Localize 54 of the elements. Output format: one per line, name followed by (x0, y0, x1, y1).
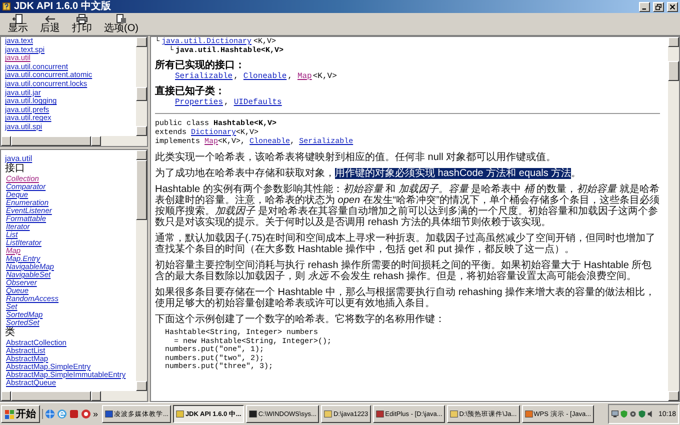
section-heading: 类 (5, 328, 15, 338)
window-icon (524, 410, 533, 418)
shield-icon[interactable] (638, 410, 646, 418)
code-text: , (234, 72, 238, 82)
type-link[interactable]: Map (297, 72, 312, 82)
type-link[interactable]: Serializable (175, 72, 233, 82)
description-paragraph: 初始容量主要控制空间消耗与执行 rehash 操作所需要的时间损耗之间的平衡。如果初始容量大于 Hashtable 所包含的最大条目数除以加载因子，则 永远 不会发生 rehash 操作。但是，将初始容量设置太高可能会浪费空间。 (155, 260, 653, 282)
window-icon (376, 410, 384, 418)
section-heading: 接口 (5, 164, 25, 174)
close-button[interactable] (667, 2, 678, 12)
more-button[interactable]: » (93, 409, 98, 419)
book-icon (2, 2, 11, 11)
type-link[interactable]: Properties (175, 98, 224, 108)
type-link[interactable]: UIDefaults (234, 98, 282, 108)
back-button[interactable]: 后退 (38, 13, 62, 35)
description-paragraph: 下面这个示例创建了一个数字的哈希表。它将数字的名称用作键： (155, 314, 446, 325)
printer-icon (76, 14, 88, 24)
restore-icon (655, 4, 662, 10)
description-paragraph: 如果很多条目要存储在一个 Hashtable 中，那么与根据需要执行自动 rehashing 操作来增大表的容量的做法相比，使用足够大的初始容量创建哈希表或许可以更有效地插入条目。 (155, 287, 656, 309)
section-heading: 所有已实现的接口： (155, 60, 245, 72)
start-button[interactable]: 开始 (1, 405, 40, 423)
description-paragraph: 通常，默认加载因子(.75)在时间和空间成本上寻求一种折衷。加载因子过高虽然减少了空间开销，但同时也增加了查找某个条目的时间（在大多数 Hashtable 操作中，包括 get 和 put 操作，都反映了这一点）。 (155, 233, 657, 255)
window-icon (105, 410, 114, 418)
code-text: <K,V> (312, 72, 337, 82)
window-icon (249, 410, 258, 418)
document-icon (115, 14, 128, 24)
horizontal-scrollbar[interactable] (1, 391, 147, 401)
vertical-scrollbar[interactable] (136, 37, 147, 136)
vertical-scrollbar[interactable] (136, 150, 147, 391)
code-text: , (288, 72, 292, 82)
package-heading-link[interactable]: java.util (5, 155, 32, 163)
description-paragraph: 此类实现一个哈希表，该哈希表将键映射到相应的值。任何非 null 对象都可以用作键或值。 (155, 152, 558, 163)
section-heading: 直接已知子类： (155, 86, 225, 98)
window-icon (176, 410, 184, 418)
code-text: , (224, 98, 229, 108)
windows-flag-icon (5, 410, 14, 418)
close-icon (669, 4, 676, 10)
vertical-scrollbar[interactable] (668, 37, 679, 401)
window-title: JDK API 1.6.0 中文版 (14, 0, 111, 12)
panel-icon (12, 14, 24, 24)
minimize-button[interactable] (639, 2, 650, 12)
globe-icon[interactable] (45, 409, 55, 419)
browser-icon[interactable] (57, 409, 67, 419)
description-paragraph: Hashtable 的实例有两个参数影响其性能：初始容量 和加载因子。容量 是哈希表中 桶 的数量，初始容量 就是哈希表创建时的容量。注意，哈希表的状态为 open 在发生“哈希冲突”的情况下，单个桶会存储多个条目，这些条目必须按顺序搜索。加载因子 是对哈希表在其容量自动增加之前可以达到多满的一个尺度。初始容量和加载因子这两个参数只是对该实现的提示。关于何时以及是否调用 rehash 方法的具体细节则依赖于该实现。 (155, 184, 660, 228)
back-arrow-icon (44, 14, 56, 24)
type-link[interactable]: Cloneable (243, 72, 287, 82)
horizontal-scrollbar[interactable] (1, 136, 147, 146)
window-icon (324, 410, 332, 418)
show-button[interactable]: 显示 (6, 13, 30, 35)
window-icon (450, 410, 458, 418)
options-button[interactable]: 选项(O) (102, 13, 140, 35)
monitor-icon[interactable] (611, 410, 620, 418)
print-button[interactable]: 打印 (70, 13, 94, 35)
restore-button[interactable] (653, 2, 664, 12)
